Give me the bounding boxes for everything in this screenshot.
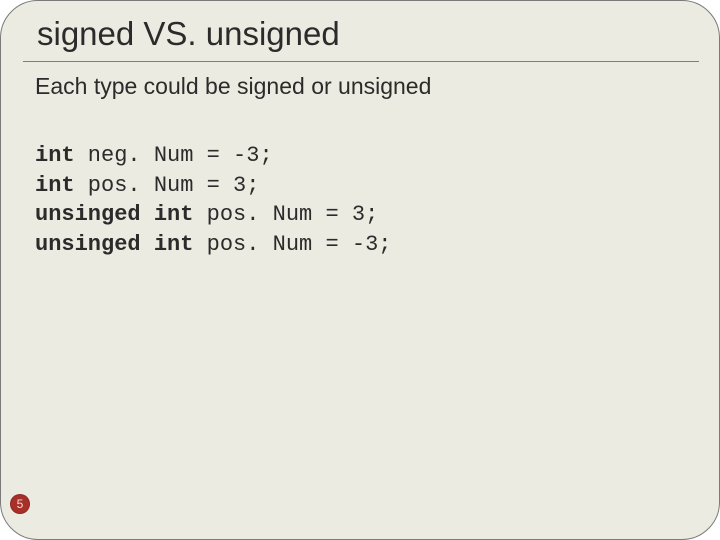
- code-line: unsinged int pos. Num = -3;: [35, 230, 391, 260]
- page-number-badge: 5: [10, 494, 30, 514]
- code-line: unsinged int pos. Num = 3;: [35, 200, 391, 230]
- code-text: neg. Num = -3;: [75, 143, 273, 168]
- code-block: int neg. Num = -3; int pos. Num = 3; uns…: [35, 141, 391, 260]
- code-keyword: unsinged: [35, 202, 141, 227]
- code-keyword: int: [141, 202, 194, 227]
- code-text: pos. Num = -3;: [193, 232, 391, 257]
- code-text: pos. Num = 3;: [193, 202, 378, 227]
- slide-subtitle: Each type could be signed or unsigned: [35, 73, 431, 100]
- code-line: int neg. Num = -3;: [35, 141, 391, 171]
- slide-title: signed VS. unsigned: [37, 15, 340, 53]
- code-keyword: int: [35, 173, 75, 198]
- slide-frame: signed VS. unsigned Each type could be s…: [0, 0, 720, 540]
- code-keyword: int: [141, 232, 194, 257]
- code-text: pos. Num = 3;: [75, 173, 260, 198]
- code-line: int pos. Num = 3;: [35, 171, 391, 201]
- title-divider: [23, 61, 699, 62]
- code-keyword: int: [35, 143, 75, 168]
- code-keyword: unsinged: [35, 232, 141, 257]
